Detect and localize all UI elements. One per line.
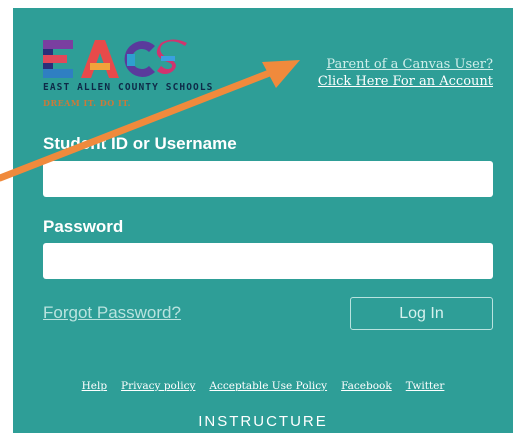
login-button[interactable]: Log In — [350, 297, 493, 330]
eacs-logo: EAST ALLEN COUNTY SCHOOLS DREAM IT. DO I… — [43, 38, 263, 118]
parent-link-line1[interactable]: Parent of a Canvas User? — [318, 56, 493, 73]
parent-link-line2[interactable]: Click Here For an Account — [318, 73, 493, 90]
logo-school-name: EAST ALLEN COUNTY SCHOOLS — [43, 82, 214, 93]
footer-link-privacy[interactable]: Privacy policy — [121, 380, 195, 392]
eacs-logo-letters — [43, 39, 187, 78]
username-input[interactable] — [43, 161, 493, 197]
footer-link-acceptable-use[interactable]: Acceptable Use Policy — [209, 380, 327, 392]
instructure-brand: INSTRUCTURE — [198, 413, 328, 430]
footer-link-facebook[interactable]: Facebook — [341, 380, 392, 392]
footer-links: Help Privacy policy Acceptable Use Polic… — [13, 380, 513, 392]
login-panel: EAST ALLEN COUNTY SCHOOLS DREAM IT. DO I… — [13, 8, 513, 433]
logo-tagline: DREAM IT. DO IT. — [43, 98, 131, 108]
username-label: Student ID or Username — [43, 134, 237, 153]
password-input[interactable] — [43, 243, 493, 279]
footer-link-twitter[interactable]: Twitter — [406, 380, 445, 392]
password-label: Password — [43, 217, 124, 236]
footer-link-help[interactable]: Help — [82, 380, 107, 392]
forgot-password-link[interactable]: Forgot Password? — [43, 303, 181, 323]
parent-account-link[interactable]: Parent of a Canvas User? Click Here For … — [318, 56, 493, 90]
